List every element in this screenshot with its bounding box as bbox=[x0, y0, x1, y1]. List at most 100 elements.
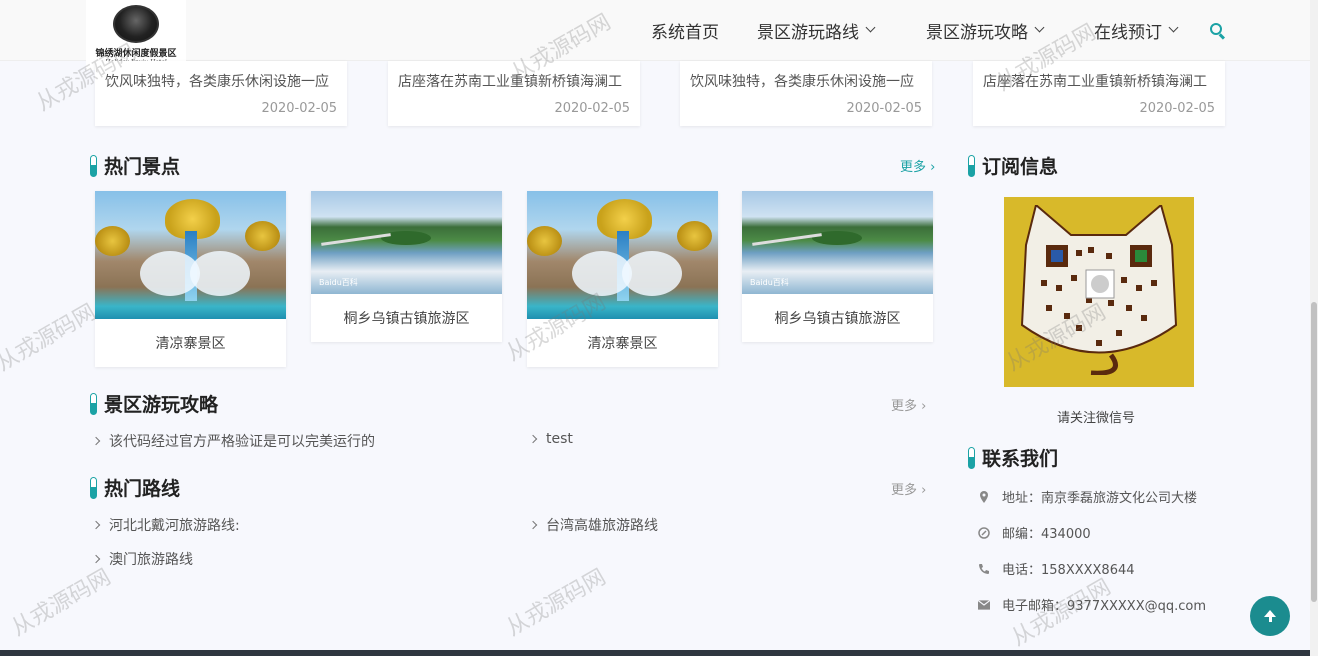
section-marker-icon bbox=[90, 476, 97, 499]
nav-label: 系统首页 bbox=[651, 23, 719, 43]
more-label: 更多 bbox=[891, 399, 918, 414]
image-watermark: Baidu百科 bbox=[750, 278, 789, 287]
contact-text: 邮编：434000 bbox=[1002, 527, 1091, 542]
news-card-date: 2020-02-05 bbox=[1139, 101, 1215, 116]
lake-bridge bbox=[321, 233, 391, 246]
spot-card[interactable]: Baidu百科 桐乡乌镇古镇旅游区 bbox=[311, 191, 502, 342]
guide-item[interactable]: 该代码经过官方严格验证是可以完美运行的 bbox=[91, 431, 375, 451]
spot-card[interactable]: Baidu百科 桐乡乌镇古镇旅游区 bbox=[742, 191, 933, 342]
section-title-guides: 景区游玩攻略 bbox=[90, 390, 218, 417]
news-card-date: 2020-02-05 bbox=[261, 101, 337, 116]
spot-name: 清凉寨景区 bbox=[587, 336, 658, 352]
arrow-up-stem bbox=[1268, 615, 1272, 622]
chevron-right-icon bbox=[528, 520, 538, 530]
search-icon[interactable] bbox=[1210, 23, 1222, 35]
spot-name: 桐乡乌镇古镇旅游区 bbox=[774, 311, 901, 327]
site-header: 锦绣湖休闲度假景区 Holiday Jinxiu Hotel 系统首页 景区游玩… bbox=[0, 0, 1310, 70]
logo-emblem-icon bbox=[113, 4, 159, 43]
section-title-contact: 联系我们 bbox=[968, 444, 1058, 471]
dragon-statue bbox=[95, 226, 130, 256]
mail-icon bbox=[978, 599, 990, 611]
more-link-guides[interactable]: 更多 › bbox=[891, 395, 926, 414]
footer-edge bbox=[0, 650, 1310, 656]
section-title-text: 联系我们 bbox=[982, 448, 1059, 470]
news-card-desc: 店座落在苏南工业重镇新桥镇海澜工 bbox=[983, 74, 1207, 90]
scrollbar-thumb[interactable] bbox=[1311, 302, 1317, 602]
guide-item-label: test bbox=[546, 431, 573, 447]
chevron-down-icon bbox=[1168, 22, 1179, 33]
chevron-down-icon bbox=[1034, 22, 1045, 33]
spot-image: Baidu百科 bbox=[311, 191, 502, 294]
guide-item[interactable]: test bbox=[528, 431, 573, 447]
logo-title: 锦绣湖休闲度假景区 bbox=[95, 48, 177, 59]
water-spray bbox=[190, 251, 250, 296]
chevron-down-icon bbox=[865, 22, 876, 33]
news-card[interactable]: 饮风味独特，各类康乐休闲设施一应 2020-02-05 bbox=[680, 61, 932, 126]
contact-text: 电话：158XXXX8644 bbox=[1002, 563, 1135, 578]
site-logo[interactable]: 锦绣湖休闲度假景区 Holiday Jinxiu Hotel bbox=[86, 0, 186, 70]
dragon-statue bbox=[677, 221, 712, 251]
news-card[interactable]: 店座落在苏南工业重镇新桥镇海澜工 2020-02-05 bbox=[973, 61, 1225, 126]
more-label: 更多 bbox=[900, 160, 927, 175]
section-title-text: 景区游玩攻略 bbox=[104, 394, 219, 416]
section-marker-icon bbox=[968, 446, 975, 469]
nav-label: 景区游玩路线 bbox=[757, 23, 859, 43]
section-title-text: 热门路线 bbox=[104, 478, 181, 500]
news-card-date: 2020-02-05 bbox=[554, 101, 630, 116]
news-card[interactable]: 饮风味独特，各类康乐休闲设施一应 2020-02-05 bbox=[95, 61, 347, 126]
nav-item-home[interactable]: 系统首页 bbox=[651, 18, 719, 43]
chevron-right-icon: › bbox=[921, 483, 927, 498]
section-title-hot-spots: 热门景点 bbox=[90, 152, 180, 179]
spot-image bbox=[95, 191, 286, 319]
water-spray bbox=[622, 251, 682, 296]
route-item-label: 台湾高雄旅游路线 bbox=[546, 518, 658, 534]
spot-card[interactable]: 清凉寨景区 bbox=[527, 191, 718, 367]
contact-phone: 电话：158XXXX8644 bbox=[978, 559, 1135, 578]
spot-image: Baidu百科 bbox=[742, 191, 933, 294]
lake-bridge bbox=[752, 233, 822, 246]
more-label: 更多 bbox=[891, 483, 918, 498]
contact-email: 电子邮箱：9377XXXXX@qq.com bbox=[978, 595, 1206, 614]
section-title-text: 热门景点 bbox=[104, 156, 181, 178]
watermark-text: 从戎源码网 bbox=[0, 299, 101, 377]
guide-item-label: 该代码经过官方严格验证是可以完美运行的 bbox=[109, 434, 375, 450]
section-title-subscribe: 订阅信息 bbox=[968, 152, 1058, 179]
dragon-statue bbox=[245, 221, 280, 251]
spot-image bbox=[527, 191, 718, 319]
chevron-right-icon bbox=[91, 554, 101, 564]
nav-item-booking[interactable]: 在线预订 bbox=[1094, 18, 1179, 43]
section-title-text: 订阅信息 bbox=[982, 156, 1059, 178]
contact-text: 电子邮箱：9377XXXXX@qq.com bbox=[1002, 599, 1207, 614]
chevron-right-icon: › bbox=[921, 399, 927, 414]
postcode-icon bbox=[978, 526, 990, 539]
nav-item-guides[interactable]: 景区游玩攻略 bbox=[926, 18, 1045, 43]
watermark-text: 从戎源码网 bbox=[502, 564, 611, 642]
more-link-hot-spots[interactable]: 更多 › bbox=[900, 156, 935, 175]
route-item-label: 河北北戴河旅游路线: bbox=[109, 518, 240, 534]
chevron-right-icon: › bbox=[930, 160, 936, 175]
more-link-routes[interactable]: 更多 › bbox=[891, 479, 926, 498]
nav-item-routes[interactable]: 景区游玩路线 bbox=[757, 18, 876, 43]
back-to-top-button[interactable] bbox=[1250, 596, 1290, 636]
dragon-statue bbox=[527, 226, 562, 256]
chevron-right-icon bbox=[91, 520, 101, 530]
route-item[interactable]: 河北北戴河旅游路线: bbox=[91, 515, 240, 535]
spot-name: 桐乡乌镇古镇旅游区 bbox=[343, 311, 470, 327]
spot-card[interactable]: 清凉寨景区 bbox=[95, 191, 286, 367]
wechat-qr-code bbox=[1004, 197, 1194, 387]
nav-label: 在线预订 bbox=[1094, 23, 1162, 43]
route-item[interactable]: 澳门旅游路线 bbox=[91, 549, 193, 569]
watermark-text: 从戎源码网 bbox=[7, 564, 116, 642]
qr-code-icon bbox=[1020, 205, 1178, 375]
route-item[interactable]: 台湾高雄旅游路线 bbox=[528, 515, 658, 535]
route-item-label: 澳门旅游路线 bbox=[109, 552, 193, 568]
news-card-desc: 店座落在苏南工业重镇新桥镇海澜工 bbox=[398, 74, 622, 90]
contact-text: 地址：南京季磊旅游文化公司大楼 bbox=[1002, 491, 1198, 506]
section-marker-icon bbox=[968, 154, 975, 177]
news-card[interactable]: 店座落在苏南工业重镇新桥镇海澜工 2020-02-05 bbox=[388, 61, 640, 126]
phone-icon bbox=[978, 563, 990, 575]
nav-label: 景区游玩攻略 bbox=[926, 23, 1028, 43]
section-marker-icon bbox=[90, 154, 97, 177]
news-card-date: 2020-02-05 bbox=[846, 101, 922, 116]
contact-postcode: 邮编：434000 bbox=[978, 523, 1091, 542]
